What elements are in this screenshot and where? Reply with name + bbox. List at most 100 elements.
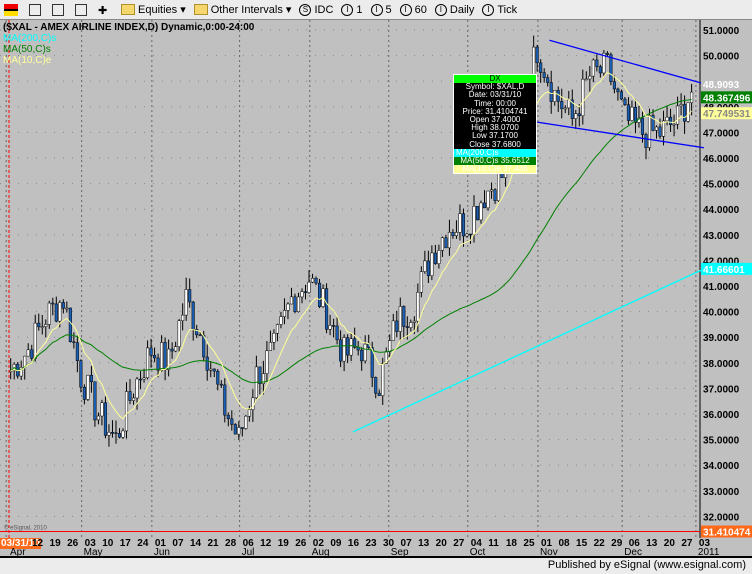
candle-body: [268, 342, 272, 351]
candle-body: [612, 81, 616, 90]
candle-body: [209, 368, 213, 371]
candle-body: [117, 433, 122, 438]
x-day-label: 16: [347, 538, 360, 549]
y-axis-label: 46.0000: [703, 154, 740, 165]
y-axis-label: 47.0000: [703, 128, 740, 139]
candle-body: [549, 82, 553, 102]
x-axis: 03/31/10 12 19 26 03 10 17 24 01 07 14 21 28 06 12 19 26…: [0, 538, 719, 558]
data-tooltip: DX Symbol: $XAL,D Date: 03/31/10 Time: 00:…: [453, 74, 537, 175]
x-day-label: 09: [330, 538, 342, 549]
x-day-label: 13: [418, 538, 430, 549]
candle-body: [247, 409, 251, 417]
candle-body: [493, 189, 497, 201]
toolbar-button-1[interactable]: [29, 3, 44, 16]
candle-body: [275, 324, 279, 334]
ma50-tag: 48.367496: [703, 93, 751, 104]
toolbar-button-4[interactable]: ✚: [98, 4, 113, 17]
x-day-label: 08: [558, 538, 570, 549]
candle-body: [26, 349, 30, 357]
candle-body: [363, 343, 367, 362]
y-axis-label: 44.0000: [703, 205, 740, 216]
x-day-label: 14: [189, 538, 202, 549]
candle-body: [658, 126, 662, 137]
toolbar-button-12[interactable]: I Tick: [482, 3, 517, 16]
toolbar-button-2[interactable]: [52, 3, 67, 16]
candle-body: [30, 349, 34, 359]
candle-body: [237, 427, 241, 435]
x-day-label: 20: [663, 538, 675, 549]
publisher-text: Published by eSignal (www.esignal.com): [547, 559, 746, 571]
x-day-label: 15: [576, 538, 588, 549]
toolbar-button-8[interactable]: I1: [341, 3, 363, 16]
x-day-label: 27: [681, 538, 693, 549]
tooltip-ma10: MA(10,C)e 37.436: [454, 165, 536, 174]
candle-body: [223, 384, 227, 416]
candle-body: [479, 202, 483, 221]
candle-body: [581, 78, 585, 117]
x-day-label: 24: [137, 538, 149, 549]
toolbar-label: Equities ▾: [138, 4, 186, 16]
candle-body: [296, 296, 301, 313]
toolbar-button-6[interactable]: Other Intervals ▾: [193, 3, 292, 16]
candle-body: [669, 116, 673, 125]
candle-body: [388, 340, 392, 352]
candle-body: [198, 334, 202, 337]
candle-body: [605, 52, 609, 55]
toolbar-button-5[interactable]: Equities ▾: [121, 3, 186, 16]
toolbar-label: Other Intervals ▾: [210, 4, 292, 16]
candle-body: [230, 418, 234, 425]
candle-body: [226, 414, 230, 420]
candle-body: [626, 104, 630, 121]
toolbar-button-0[interactable]: [4, 3, 21, 16]
candle-body: [86, 374, 90, 400]
candle-body: [588, 75, 592, 80]
ma200-tag: 41.66601: [703, 265, 745, 276]
x-day-label: 28: [225, 538, 237, 549]
candle-body: [61, 302, 65, 309]
candle-body: [335, 325, 339, 341]
candle-body: [437, 250, 441, 264]
candle-body: [349, 338, 353, 356]
candle-body: [563, 107, 567, 110]
candle-body: [216, 370, 220, 385]
candle-body: [342, 337, 346, 362]
toolbar-button-7[interactable]: S IDC: [299, 3, 334, 16]
candle-body: [121, 430, 125, 438]
x-day-label: 11: [488, 538, 499, 549]
toolbar-button-10[interactable]: I 60: [399, 3, 427, 16]
candle-body: [279, 316, 283, 325]
candle-body: [644, 134, 648, 148]
toolbar-button-11[interactable]: I Daily: [434, 3, 474, 16]
candle-body: [633, 106, 638, 123]
x-day-label: 19: [49, 538, 61, 549]
candle-body: [286, 303, 290, 311]
candle-body: [138, 378, 143, 381]
candle-body: [616, 88, 620, 93]
candle-body: [430, 252, 434, 276]
candle-body: [672, 123, 676, 126]
toolbar-label: 60: [414, 3, 427, 16]
price-chart[interactable]: © eSignal, 201051.000050.000049.000048.0…: [0, 20, 752, 538]
candle-body: [577, 113, 581, 117]
x-day-label: 22: [593, 538, 605, 549]
x-day-label: 07: [172, 538, 184, 549]
candle-body: [475, 206, 480, 221]
candle-body: [191, 301, 195, 330]
candle-body: [47, 302, 51, 325]
toolbar-label: IDC: [314, 3, 334, 16]
toolbar-button-9[interactable]: I5: [370, 3, 392, 16]
candle-body: [289, 296, 294, 305]
ma10-line: [10, 71, 692, 420]
candle-body: [89, 374, 93, 383]
candle-body: [567, 99, 571, 109]
candle-body: [131, 397, 136, 401]
candle-body: [272, 332, 276, 343]
candle-body: [409, 322, 413, 328]
candle-body: [188, 289, 192, 303]
chart-legend: ($XAL - AMEX AIRLINE INDEX,D) Dynamic,0:…: [3, 22, 254, 66]
toolbar-button-3[interactable]: [75, 3, 90, 16]
y-axis-label: 39.0000: [703, 333, 740, 344]
cursor-price-tag: 31.410474: [703, 528, 751, 538]
candle-body: [219, 383, 223, 386]
candle-body: [33, 322, 37, 359]
